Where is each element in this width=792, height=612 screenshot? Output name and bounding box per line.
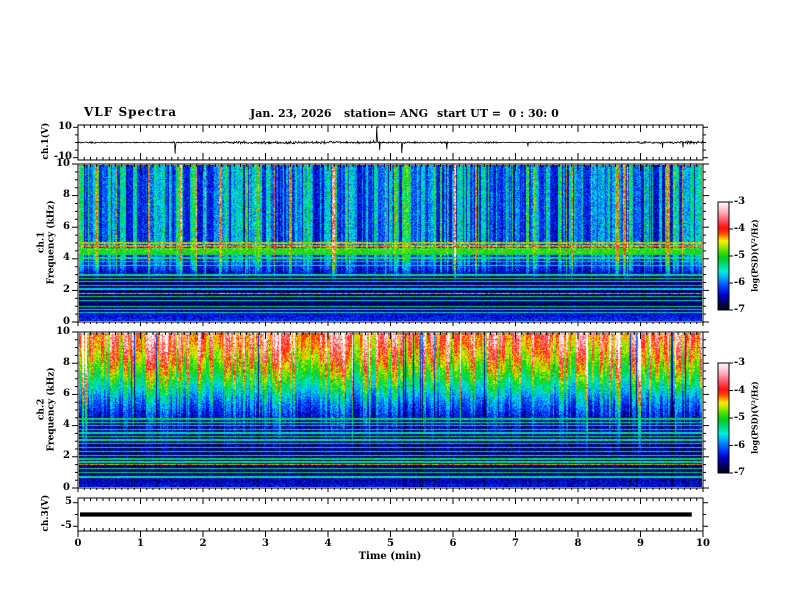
- ch1-spectrogram-canvas: [79, 165, 702, 321]
- x-axis-tick-label: 4: [324, 538, 332, 549]
- x-axis-tick-label: 0: [74, 538, 82, 549]
- spec2-ytick-label: 2: [63, 450, 70, 462]
- ch2-frequency-axis-label-line1: ch.2: [36, 398, 47, 421]
- colorbar-ch1: [718, 202, 729, 310]
- x-axis-tick-label: 5: [387, 538, 394, 549]
- start-ut-label: start UT = 0 : 30: 0: [437, 107, 559, 120]
- ch1v-ytick-label: -10: [53, 151, 72, 163]
- colorbar2-tick-label: -5: [734, 412, 746, 423]
- x-axis-tick-label: 7: [512, 538, 519, 549]
- colorbar1-tick-label: -6: [734, 277, 746, 288]
- colorbar-ch2: [718, 363, 729, 473]
- ch3-voltage-axis-label: ch.3(V): [40, 494, 51, 532]
- x-axis-tick-label: 10: [696, 538, 710, 549]
- vlf-spectra-plot: VLF Spectra Jan. 23, 2026 station= ANG s…: [0, 0, 792, 612]
- colorbar1-tick-label: -7: [734, 304, 746, 315]
- x-axis-tick-label: 3: [262, 538, 269, 549]
- date-label: Jan. 23, 2026: [250, 107, 332, 120]
- ch3v-ytick-label: -5: [60, 519, 72, 531]
- ch2-spectrogram-canvas: [79, 333, 702, 487]
- spec1-ytick-label: 2: [63, 283, 70, 295]
- ch3v-ytick-label: 5: [65, 496, 72, 508]
- x-axis-tick-label: 8: [574, 538, 582, 549]
- colorbar2-tick-label: -7: [734, 467, 746, 478]
- ch1-frequency-axis-label-line1: ch.1: [36, 231, 47, 254]
- x-axis-tick-label: 6: [449, 538, 457, 549]
- station-label: station= ANG: [344, 107, 429, 120]
- spec2-ytick-label: 4: [63, 419, 70, 431]
- spec2-ytick-label: 8: [63, 356, 70, 368]
- spec2-ytick-label: 10: [56, 325, 70, 337]
- colorbar2-tick-label: -6: [734, 439, 746, 451]
- colorbar2-tick-label: -3: [734, 357, 746, 368]
- ch1v-ytick-label: 10: [58, 120, 72, 132]
- ch1-waveform-trace: [77, 126, 704, 154]
- time-axis-label: Time (min): [358, 551, 422, 562]
- colorbar1-tick-label: -5: [734, 250, 746, 261]
- spec1-ytick-label: 8: [63, 189, 70, 201]
- colorbar2-tick-label: -4: [734, 384, 746, 396]
- spec1-ytick-label: 4: [63, 252, 70, 264]
- page-title: VLF Spectra: [84, 105, 178, 119]
- x-axis-tick-label: 9: [637, 538, 644, 549]
- spec2-ytick-label: 6: [63, 387, 70, 399]
- colorbar1-tick-label: -4: [734, 223, 746, 234]
- x-axis-tick-label: 1: [137, 538, 144, 549]
- spec2-ytick-label: 0: [63, 481, 70, 493]
- colorbar1-tick-label: -3: [734, 196, 746, 207]
- x-axis-tick-label: 2: [199, 538, 207, 549]
- spec1-ytick-label: 6: [63, 220, 70, 232]
